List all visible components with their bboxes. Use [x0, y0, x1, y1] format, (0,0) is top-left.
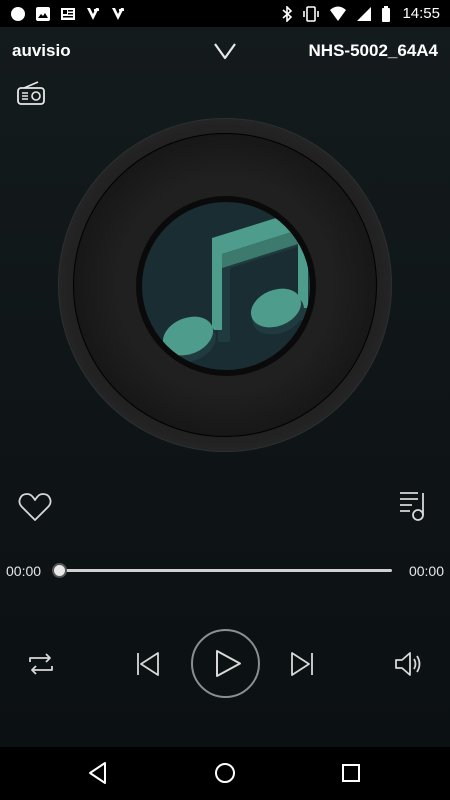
app-badge-icon: [112, 7, 124, 20]
status-bar: 14:55: [0, 0, 450, 27]
play-icon: [216, 650, 241, 677]
seek-bar[interactable]: [52, 563, 392, 578]
disc-grooves: [73, 133, 377, 437]
chevron-down-icon[interactable]: [213, 39, 237, 63]
radio-icon[interactable]: [16, 80, 46, 106]
repeat-icon[interactable]: [26, 649, 56, 679]
header: auvisio NHS-5002_64A4: [0, 27, 450, 77]
clock: 14:55: [402, 5, 440, 22]
previous-track-icon[interactable]: [134, 650, 162, 678]
play-button[interactable]: [191, 629, 260, 698]
music-player-screen: auvisio NHS-5002_64A4 00:00 00:00: [0, 27, 450, 747]
app-badge-icon: [87, 7, 99, 20]
current-time: 00:00: [6, 563, 42, 579]
album-disc: [58, 118, 392, 452]
newsreader-icon: [61, 7, 75, 20]
vibrate-icon: [303, 5, 320, 22]
signal-icon: [357, 6, 372, 21]
home-icon[interactable]: [212, 760, 238, 786]
total-time: 00:00: [408, 563, 444, 579]
volume-icon[interactable]: [393, 648, 425, 680]
status-left: [10, 6, 126, 22]
favorite-heart-icon[interactable]: [18, 492, 52, 522]
notification-dot-icon: [11, 6, 25, 21]
playlist-icon[interactable]: [398, 489, 428, 521]
brand-label: auvisio: [12, 41, 71, 60]
album-art: [136, 196, 316, 376]
bluetooth-icon: [282, 5, 293, 22]
seek-handle[interactable]: [52, 563, 67, 578]
status-right: 14:55: [281, 5, 440, 22]
wifi-icon: [330, 6, 347, 21]
device-name: NHS-5002_64A4: [308, 41, 438, 60]
music-note-icon: [162, 208, 310, 363]
next-track-icon[interactable]: [288, 650, 316, 678]
recent-apps-icon[interactable]: [338, 760, 364, 786]
back-icon[interactable]: [86, 760, 112, 786]
system-nav-bar: [0, 747, 450, 800]
image-icon: [36, 6, 50, 21]
battery-icon: [382, 5, 391, 22]
